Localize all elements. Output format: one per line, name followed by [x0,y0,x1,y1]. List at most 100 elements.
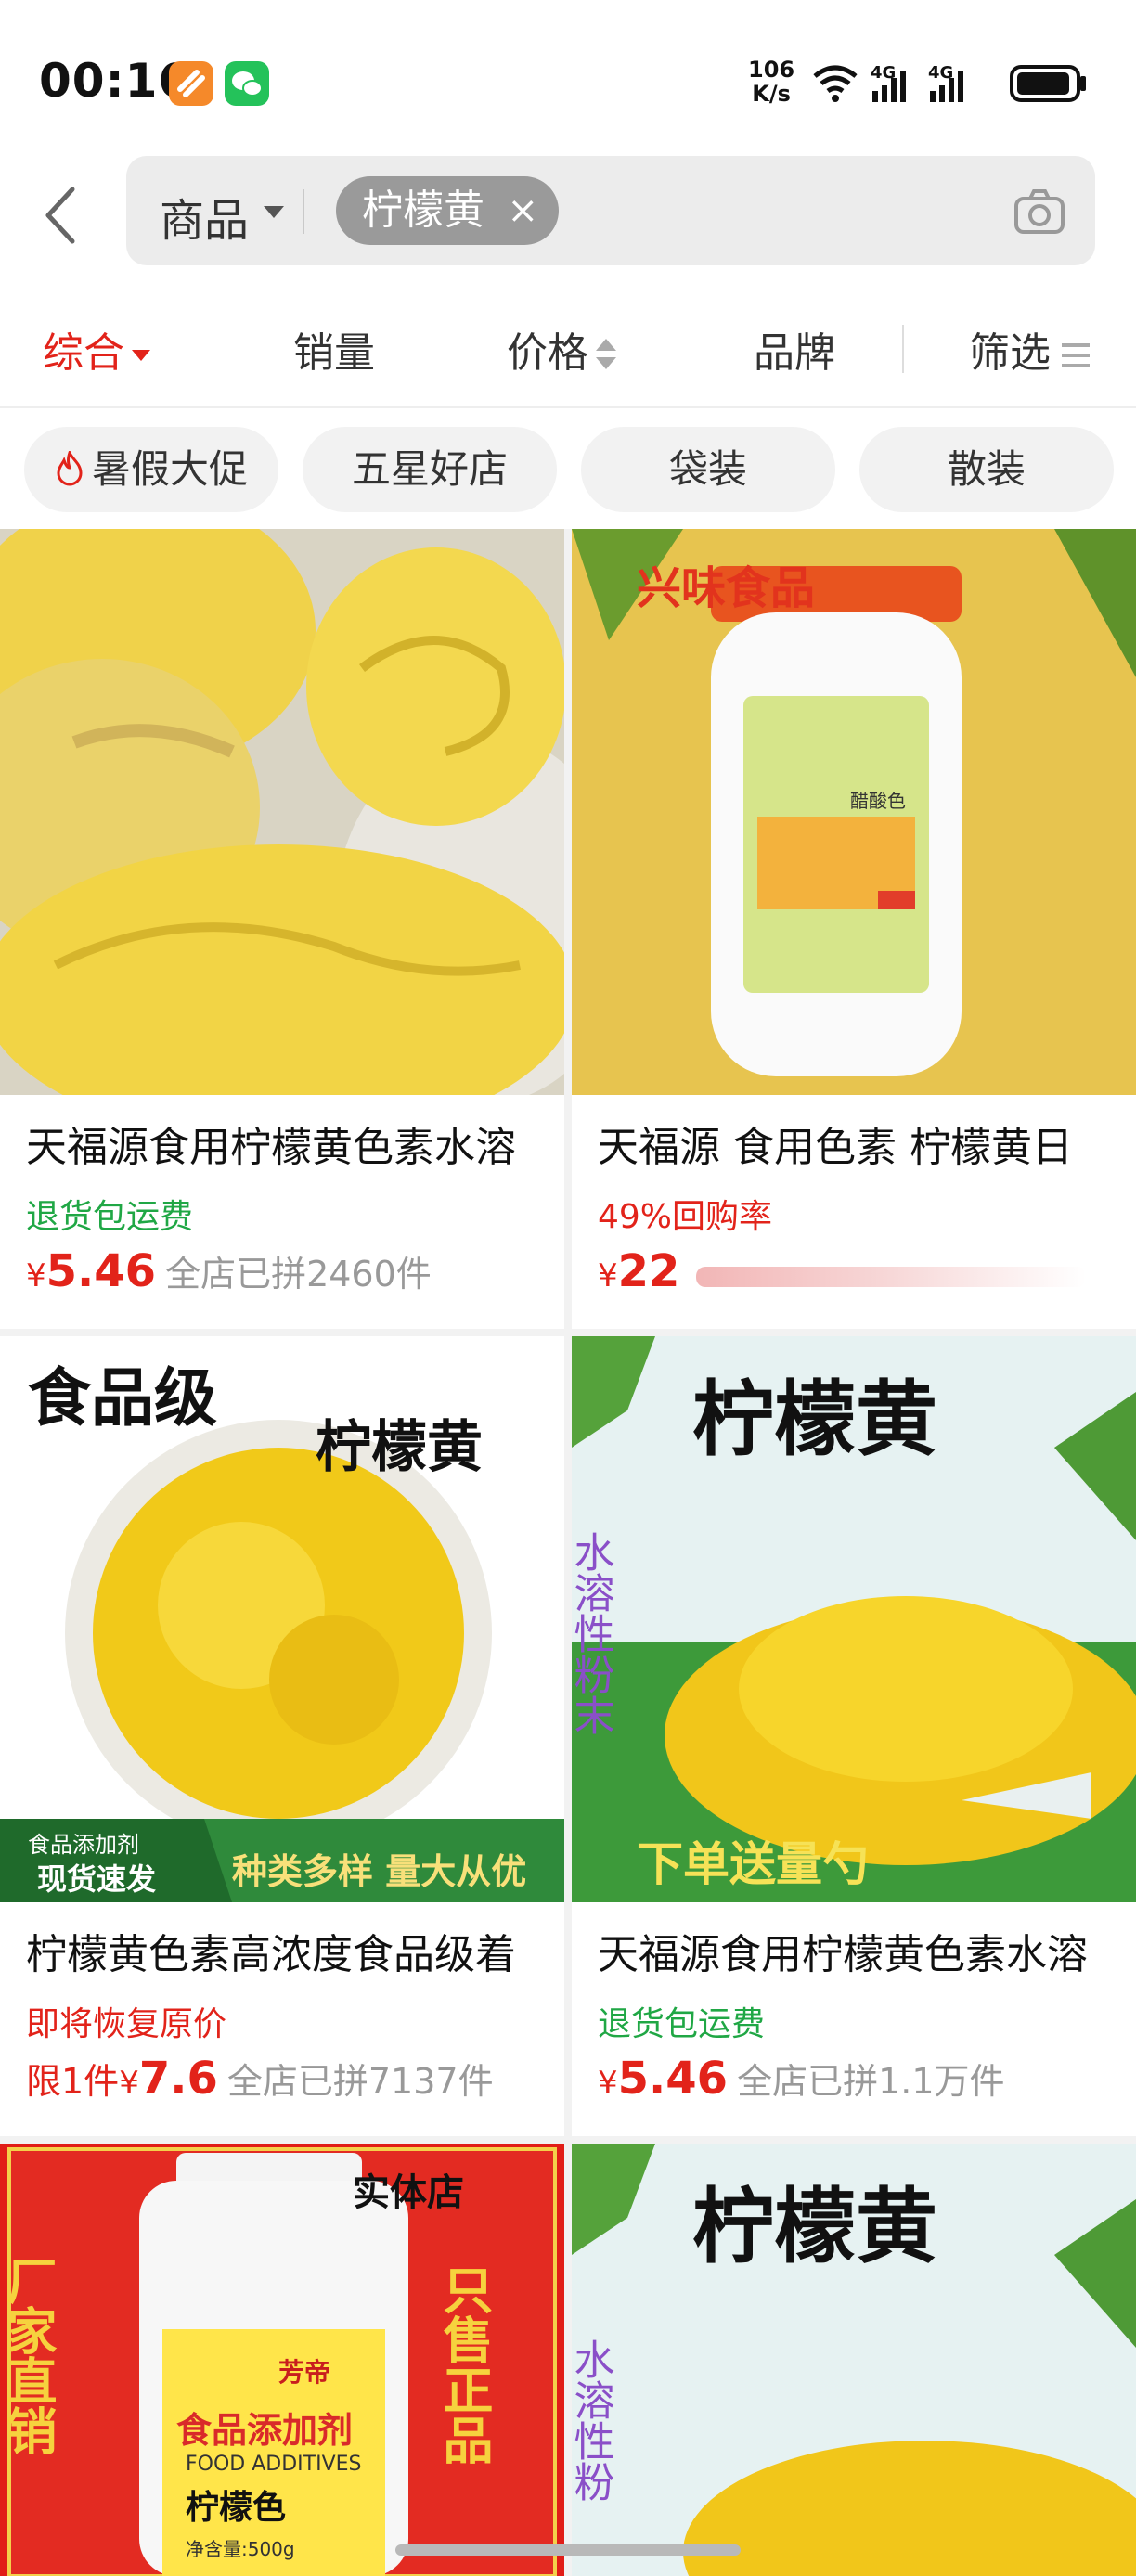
product-card[interactable]: 食品级 柠檬黄 食品添加剂 现货速发 种类多样 量大从优 柠檬黄色素高浓度食品级… [0,1336,564,2136]
price-value: 7.6 [138,2053,218,2105]
image-name: 柠檬黄 [692,2178,937,2274]
image-label-title: 食品添加剂 [176,2410,353,2451]
image-slogan: 种类多样 量大从优 [232,1850,526,1892]
image-badge-top: 食品添加剂 [28,1832,139,1858]
price-value: 22 [617,1245,680,1297]
camera-search-button[interactable] [1013,187,1065,236]
search-bar[interactable]: 商品 柠檬黄 × [126,156,1095,265]
camera-icon [1014,189,1065,234]
price-value: 5.46 [45,1245,157,1297]
image-headline: 食品级 [28,1361,217,1436]
image-label-weight: 净含量:500g [186,2538,295,2560]
tab-sales[interactable]: 销量 [293,319,375,379]
image-label-name: 醋酸色 [850,790,906,812]
product-card[interactable]: 柠檬黄 水溶性粉 [572,2144,1136,2576]
product-tag: 退货包运费 [598,2005,766,2043]
image-left-text: 厂家直销 [0,2255,58,2455]
image-label-brand: 芳帝 [278,2357,330,2388]
tab-label: 筛选 [969,329,1051,377]
product-tag: 49%回购率 [598,1198,773,1236]
sort-tabs: 综合 销量 价格 品牌 筛选 [0,288,1136,408]
back-button[interactable] [37,178,84,252]
wechat-icon [225,61,269,106]
image-name: 柠檬黄 [316,1415,483,1480]
net-speed-value: 106 [748,57,795,83]
tab-comprehensive[interactable]: 综合 [43,319,150,379]
pill-label: 暑假大促 [91,446,248,492]
signal-icon: 4G [928,63,963,102]
tab-label: 价格 [507,329,588,377]
search-scope-selector[interactable]: 商品 [160,184,249,249]
product-price-row: ¥5.46 全店已拼1.1万件 [598,2053,1005,2105]
image-right-text: 只售正品 [434,2264,494,2465]
filter-pill-bagged[interactable]: 袋装 [581,427,835,512]
product-price-row: 限1件¥7.6 全店已拼7137件 [26,2053,494,2105]
app-page: 00:16 106 K/s 4G 4G 商品 柠檬黄 × 综合 销量 价格 品牌… [0,0,1136,2576]
image-vertical-text: 水溶性粉 [572,2338,614,2502]
image-label-name: 柠檬色 [186,2489,286,2527]
product-title: 天福源食用柠檬黄色素水溶 [598,1931,1088,1978]
product-card[interactable]: 兴味食品 醋酸色 天福源 食用色素 柠檬黄日 49%回购率 ¥22 [572,529,1136,1329]
price-currency: ¥ [598,1257,618,1294]
product-card[interactable]: 柠檬黄 水溶性粉末 下单送量勺 天福源食用柠檬黄色素水溶 退货包运费 ¥5.46… [572,1336,1136,2136]
clear-query-icon[interactable]: × [507,176,538,245]
product-image [0,529,564,1095]
product-tag: 即将恢复原价 [26,2005,227,2043]
home-indicator[interactable] [395,2544,741,2556]
filter-pill-bulk[interactable]: 散装 [859,427,1114,512]
pill-label: 散装 [947,446,1026,492]
signal-icon: 4G [871,63,906,102]
search-divider [303,189,304,234]
caret-down-icon [132,350,150,361]
product-image: 柠檬黄 水溶性粉末 下单送量勺 [572,1336,1136,1902]
tab-price[interactable]: 价格 [507,319,616,379]
image-corner-text: 实体店 [353,2170,464,2214]
product-card[interactable]: 实体店 厂家直销 只售正品 芳帝 食品添加剂 FOOD ADDITIVES 柠檬… [0,2144,564,2576]
product-image: 柠檬黄 水溶性粉 [572,2144,1136,2576]
product-title: 柠檬黄色素高浓度食品级着 [26,1931,516,1978]
product-image: 兴味食品 醋酸色 [572,529,1136,1095]
product-title: 天福源 食用色素 柠檬黄日 [598,1124,1073,1171]
net-speed-unit: K/s [752,81,791,107]
product-image: 食品级 柠檬黄 食品添加剂 现货速发 种类多样 量大从优 [0,1336,564,1902]
image-vertical-text: 水溶性粉末 [572,1531,614,1735]
tab-label: 品牌 [754,329,835,377]
fire-icon [57,451,83,486]
tab-divider [902,325,904,373]
product-tag: 退货包运费 [26,1198,194,1236]
search-query-text: 柠檬黄 [362,187,484,234]
product-card[interactable]: 天福源食用柠檬黄色素水溶 退货包运费 ¥5.46 全店已拼2460件 [0,529,564,1329]
tab-brand[interactable]: 品牌 [754,319,835,379]
network-speed: 106 K/s [748,58,794,106]
orange-app-icon [169,61,213,106]
sold-count: 全店已拼2460件 [165,1254,432,1294]
tab-label: 销量 [293,329,375,377]
tab-filter[interactable]: 筛选 [969,319,1090,379]
image-badge-bottom: 现货速发 [37,1861,156,1897]
price-blur [695,1267,1086,1287]
quick-filters: 暑假大促 五星好店 袋装 散装 [0,408,1136,529]
product-grid: 天福源食用柠檬黄色素水溶 退货包运费 ¥5.46全店已拼2460件 兴味食品 [0,529,1136,2576]
search-query-chip[interactable]: 柠檬黄 × [336,176,559,245]
price-prefix: 限1件 [26,2061,120,2102]
image-name: 柠檬黄 [692,1371,937,1467]
pill-label: 五星好店 [351,446,508,492]
product-price-row: ¥22 [598,1245,1086,1297]
product-image: 实体店 厂家直销 只售正品 芳帝 食品添加剂 FOOD ADDITIVES 柠檬… [0,2144,564,2576]
pill-label: 袋装 [668,446,747,492]
filter-pill-five-star[interactable]: 五星好店 [303,427,557,512]
price-value: 5.46 [617,2053,729,2105]
filter-pill-summer-sale[interactable]: 暑假大促 [24,427,278,512]
wifi-icon [813,65,858,102]
image-label-en: FOOD ADDITIVES [186,2453,361,2476]
search-header: 商品 柠檬黄 × [0,148,1136,288]
caret-down-icon [264,206,284,218]
image-brand-text: 兴味食品 [637,562,815,614]
battery-icon [1010,65,1086,102]
tab-label: 综合 [43,329,124,377]
system-icons: 4G 4G [807,58,1095,113]
status-bar: 00:16 106 K/s 4G 4G [0,0,1136,148]
price-currency: ¥ [119,2065,139,2102]
image-bottom-text: 下单送量勺 [637,1836,869,1891]
chevron-left-icon [45,187,75,244]
